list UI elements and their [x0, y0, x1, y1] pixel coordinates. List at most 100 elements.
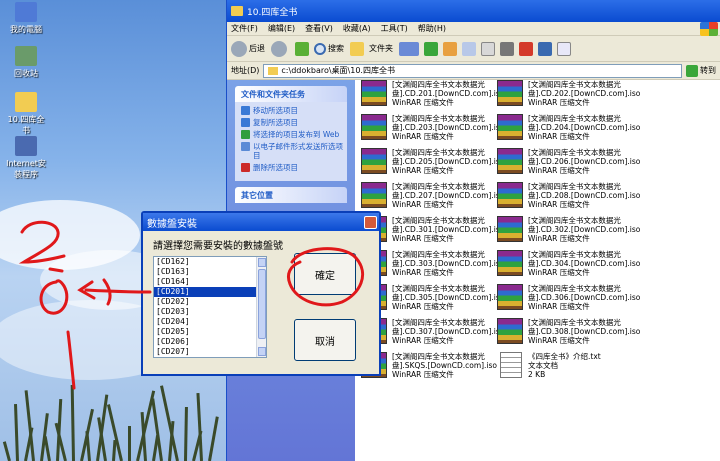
- task-label: 删除所选项目: [253, 163, 298, 172]
- go-arrow-icon: [686, 64, 698, 77]
- views-icon[interactable]: [399, 41, 419, 56]
- file-item[interactable]: 《四库全书》介绍.txt 文本文档 2 KB: [497, 352, 647, 386]
- file-item[interactable]: [文渊阁四库全书文本数据光 盘].CD.202.[DownCD.com].iso W…: [497, 80, 647, 114]
- file-item[interactable]: [文渊阁四库全书文本数据光 盘].CD.203.[DownCD.com].iso W…: [361, 114, 511, 148]
- cancel-button[interactable]: 取消: [294, 319, 356, 361]
- undo-icon[interactable]: [538, 41, 552, 56]
- file-name: [文渊阁四库全书文本数据光: [528, 318, 621, 327]
- cd-option[interactable]: [CD204]: [154, 317, 266, 327]
- scroll-thumb[interactable]: [258, 269, 266, 339]
- file-item[interactable]: [文渊阁四库全书文本数据光 盘].CD.308.[DownCD.com].iso W…: [497, 318, 647, 352]
- file-item[interactable]: [文渊阁四库全书文本数据光 盘].CD.205.[DownCD.com].iso W…: [361, 148, 511, 182]
- file-type: WinRAR 压缩文件: [528, 98, 590, 107]
- file-item[interactable]: [文渊阁四库全书文本数据光 盘].CD.206.[DownCD.com].iso W…: [497, 148, 647, 182]
- task-label: 以电子邮件形式发送所选项目: [253, 142, 343, 160]
- winrar-archive-icon: [497, 216, 523, 242]
- menu-favorites[interactable]: 收藏(A): [343, 23, 371, 34]
- refresh-icon[interactable]: [424, 41, 438, 56]
- menu-view[interactable]: 查看(V): [305, 23, 333, 34]
- paste-icon[interactable]: [481, 41, 495, 56]
- delete-icon[interactable]: [519, 41, 533, 56]
- back-button[interactable]: 后退: [231, 40, 265, 57]
- cut-icon[interactable]: [500, 41, 514, 56]
- dialog-prompt: 請選擇您需要安裝的數據盤號: [153, 241, 283, 252]
- dialog-titlebar[interactable]: 數據盤安裝: [143, 213, 379, 231]
- forward-button[interactable]: [271, 40, 289, 57]
- grass-blade: [208, 416, 219, 461]
- file-name-cont: 盘].CD.205.[DownCD.com].iso: [392, 157, 505, 166]
- menu-tools[interactable]: 工具(T): [381, 23, 408, 34]
- file-name-cont: 盘].CD.306.[DownCD.com].iso: [528, 293, 641, 302]
- cd-option[interactable]: [CD202]: [154, 297, 266, 307]
- file-item[interactable]: [文渊阁四库全书文本数据光 盘].CD.307.[DownCD.com].iso W…: [361, 318, 511, 352]
- up-folder-icon[interactable]: [295, 41, 309, 56]
- file-item[interactable]: [文渊阁四库全书文本数据光 盘].CD.305.[DownCD.com].iso W…: [361, 284, 511, 318]
- file-type: WinRAR 压缩文件: [392, 200, 454, 209]
- menu-help[interactable]: 帮助(H): [418, 23, 446, 34]
- file-item[interactable]: [文渊阁四库全书文本数据光 盘].CD.208.[DownCD.com].iso W…: [497, 182, 647, 216]
- file-item[interactable]: [文渊阁四库全书文本数据光 盘].CD.306.[DownCD.com].iso W…: [497, 284, 647, 318]
- search-button[interactable]: 搜索: [314, 42, 344, 55]
- folders-button[interactable]: 文件夹: [350, 41, 393, 56]
- task-link[interactable]: 删除所选项目: [241, 163, 343, 172]
- address-label: 地址(D): [231, 66, 260, 75]
- address-input[interactable]: c:\ddokbaro\桌面\10.四库全书: [263, 63, 682, 78]
- file-item[interactable]: [文渊阁四库全书文本数据光 盘].SKQS.[DownCD.com].iso Win…: [361, 352, 511, 386]
- task-link[interactable]: 复制所选项目: [241, 118, 343, 127]
- winrar-archive-icon: [361, 182, 387, 208]
- task-link[interactable]: 将选择的项目发布到 Web: [241, 130, 343, 139]
- desktop-icon[interactable]: Internet安装程序: [4, 136, 48, 180]
- cd-option[interactable]: [CD201]: [154, 287, 266, 297]
- file-name-cont: 盘].CD.302.[DownCD.com].iso: [528, 225, 641, 234]
- cd-option[interactable]: [CD162]: [154, 257, 266, 267]
- file-name: [文渊阁四库全书文本数据光: [528, 148, 621, 157]
- file-name-cont: 盘].CD.307.[DownCD.com].iso: [392, 327, 505, 336]
- file-name-cont: 文本文档: [528, 361, 558, 370]
- properties-icon[interactable]: [557, 41, 571, 56]
- cd-option[interactable]: [CD206]: [154, 337, 266, 347]
- toolbar: 后退 搜索 文件夹: [227, 36, 720, 62]
- cd-option[interactable]: [CD203]: [154, 307, 266, 317]
- file-type: WinRAR 压缩文件: [392, 98, 454, 107]
- file-item[interactable]: [文渊阁四库全书文本数据光 盘].CD.201.[DownCD.com].iso W…: [361, 80, 511, 114]
- file-item[interactable]: [文渊阁四库全书文本数据光 盘].CD.304.[DownCD.com].iso W…: [497, 250, 647, 284]
- copy-icon[interactable]: [462, 41, 476, 56]
- file-item[interactable]: [文渊阁四库全书文本数据光 盘].CD.207.[DownCD.com].iso W…: [361, 182, 511, 216]
- ok-button[interactable]: 確定: [294, 253, 356, 295]
- explorer-titlebar[interactable]: 10.四库全书: [227, 0, 720, 22]
- desktop-icon[interactable]: 10.四库全书: [4, 92, 48, 136]
- scroll-down-icon[interactable]: [258, 347, 266, 356]
- file-type: WinRAR 压缩文件: [392, 234, 454, 243]
- file-type: WinRAR 压缩文件: [528, 268, 590, 277]
- task-link[interactable]: 移动所选项目: [241, 106, 343, 115]
- cd-option[interactable]: [CD208]: [154, 357, 266, 358]
- cd-option[interactable]: [CD207]: [154, 347, 266, 357]
- file-item[interactable]: [文渊阁四库全书文本数据光 盘].CD.303.[DownCD.com].iso W…: [361, 250, 511, 284]
- file-name: [文渊阁四库全书文本数据光: [392, 284, 485, 293]
- file-name-cont: 盘].CD.203.[DownCD.com].iso: [392, 123, 505, 132]
- file-tasks-header[interactable]: 文件和文件夹任务: [235, 86, 347, 102]
- scroll-up-icon[interactable]: [258, 258, 266, 267]
- desktop-icon[interactable]: 我的電腦: [4, 2, 48, 35]
- close-icon[interactable]: [364, 215, 377, 229]
- listbox-scrollbar[interactable]: [256, 257, 266, 357]
- go-button[interactable]: 转到: [686, 64, 716, 77]
- other-places-header[interactable]: 其它位置: [235, 187, 347, 203]
- cd-option[interactable]: [CD164]: [154, 277, 266, 287]
- menu-edit[interactable]: 编辑(E): [268, 23, 295, 34]
- task-link[interactable]: 以电子邮件形式发送所选项目: [241, 142, 343, 160]
- file-name: [文渊阁四库全书文本数据光: [392, 216, 485, 225]
- cd-listbox[interactable]: [CD162] [CD163] [CD164] [CD201] [CD202] [CD20…: [153, 256, 267, 358]
- cd-option[interactable]: [CD163]: [154, 267, 266, 277]
- home-icon[interactable]: [443, 41, 457, 56]
- task-icon: [241, 130, 250, 139]
- menu-file[interactable]: 文件(F): [231, 23, 258, 34]
- window-title: 10.四库全书: [247, 7, 298, 18]
- file-item[interactable]: [文渊阁四库全书文本数据光 盘].CD.302.[DownCD.com].iso W…: [497, 216, 647, 250]
- desktop-icon[interactable]: 回收站: [4, 46, 48, 79]
- address-bar: 地址(D) c:\ddokbaro\桌面\10.四库全书 转到: [227, 62, 720, 80]
- cd-option[interactable]: [CD205]: [154, 327, 266, 337]
- desktop-icon-label: 10.四库全书: [7, 115, 45, 135]
- file-item[interactable]: [文渊阁四库全书文本数据光 盘].CD.301.[DownCD.com].iso W…: [361, 216, 511, 250]
- file-item[interactable]: [文渊阁四库全书文本数据光 盘].CD.204.[DownCD.com].iso W…: [497, 114, 647, 148]
